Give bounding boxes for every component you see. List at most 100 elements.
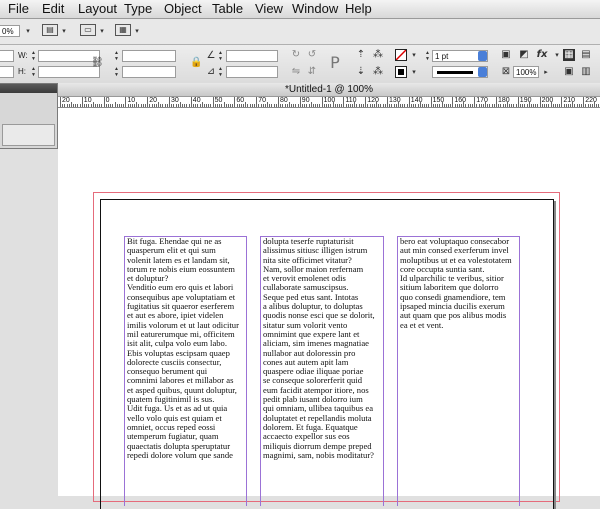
panel-header[interactable] [0, 84, 57, 93]
view-options-icon[interactable]: ▤ [42, 24, 58, 36]
view-dropdown-icon[interactable]: ▾ [58, 25, 70, 37]
ruler-major-tick [430, 97, 432, 107]
ruler-minor-tick [243, 104, 245, 107]
opacity-dropdown-icon[interactable]: ▸ [540, 66, 552, 78]
screen-mode-dropdown-icon[interactable]: ▾ [96, 25, 108, 37]
select-next-icon[interactable]: ⁂ [372, 66, 384, 78]
ruler-minor-tick [406, 104, 408, 107]
rotate-field[interactable] [226, 50, 278, 62]
drop-shadow-icon[interactable]: ◩ [518, 49, 530, 61]
menu-layout[interactable]: Layout [78, 1, 117, 16]
frame-fitting-icon[interactable]: ▤ [580, 49, 592, 61]
ruler-minor-tick [264, 104, 266, 107]
menu-file[interactable]: File [8, 1, 29, 16]
fill-swatch[interactable] [395, 49, 407, 61]
arrange-dropdown-icon[interactable]: ▾ [131, 25, 143, 37]
ruler-minor-tick [469, 104, 471, 107]
menu-edit[interactable]: Edit [42, 1, 64, 16]
stroke-weight-stepper[interactable]: ▲ ▼ [424, 50, 431, 62]
ruler-minor-tick [448, 104, 450, 107]
ruler-minor-tick [94, 104, 96, 107]
column-2-text[interactable]: dolupta teserfe ruptaturisit alissimus si… [263, 237, 384, 499]
reference-point-icon[interactable]: P [325, 54, 345, 72]
ruler-minor-tick [251, 104, 253, 107]
w-stepper[interactable]: ▲ ▼ [30, 50, 37, 62]
ruler-major-tick [517, 97, 519, 107]
ruler-minor-tick [489, 104, 491, 107]
ruler-minor-tick [589, 104, 591, 107]
stroke-dropdown-icon[interactable]: ▾ [408, 66, 420, 78]
ruler-number: 20 [62, 97, 70, 104]
panel-menu-icon[interactable]: ▦ [563, 49, 575, 61]
menu-view[interactable]: View [255, 1, 283, 16]
ruler-major-tick [408, 97, 410, 107]
ruler-minor-tick [317, 104, 319, 107]
ruler-minor-tick [480, 104, 482, 107]
select-previous-icon[interactable]: ⁂ [372, 49, 384, 61]
ruler-minor-tick [419, 102, 421, 107]
arrange-documents-icon[interactable]: ▦ [115, 24, 131, 36]
stroke-weight-dropdown-icon[interactable] [478, 51, 487, 61]
ruler-major-tick [299, 97, 301, 107]
ruler-number: 170 [476, 97, 488, 104]
select-container-icon[interactable]: ⇡ [355, 49, 367, 61]
fill-dropdown-icon[interactable]: ▾ [408, 49, 420, 61]
fit-frame-icon[interactable]: ▥ [580, 66, 592, 78]
lock-icon[interactable]: 🔒 [190, 57, 202, 69]
menu-window[interactable]: Window [292, 1, 338, 16]
shear-stepper[interactable]: ▲ ▼ [217, 66, 224, 78]
constrain-proportions-icon[interactable]: ⛓ [91, 57, 104, 69]
scale-y-field[interactable] [122, 66, 176, 78]
ruler-minor-tick [570, 104, 572, 107]
scale-y-stepper[interactable]: ▲ ▼ [113, 66, 120, 78]
column-3-text[interactable]: bero eat voluptaquo consecabor aut min co… [400, 237, 520, 499]
menu-type[interactable]: Type [124, 1, 152, 16]
ruler-minor-tick [363, 104, 365, 107]
effects-dropdown-icon[interactable]: ▾ [551, 49, 563, 61]
rotate-cw-icon[interactable]: ↻ [290, 49, 302, 61]
x-field[interactable] [0, 50, 14, 62]
scale-x-stepper[interactable]: ▲ ▼ [113, 50, 120, 62]
ruler-minor-tick [537, 104, 539, 107]
ruler-minor-tick [64, 104, 66, 107]
flip-horizontal-icon[interactable]: ⇋ [290, 66, 302, 78]
horizontal-ruler[interactable]: 20 10 0 10 20 30 40 50 60 70 80 90 100 110 120 130 140 15… [58, 97, 600, 108]
column-1-text[interactable]: Bit fuga. Ehendae qui ne as quasperum eli… [127, 237, 247, 499]
ruler-minor-tick [334, 104, 336, 107]
menu-help[interactable]: Help [345, 1, 372, 16]
ruler-minor-tick [456, 104, 458, 107]
rotate-stepper[interactable]: ▲ ▼ [217, 50, 224, 62]
ruler-minor-tick [118, 104, 120, 107]
panel-content[interactable] [2, 124, 55, 146]
stroke-swatch[interactable] [395, 66, 407, 78]
zoom-field[interactable]: 0% [0, 25, 20, 37]
ruler-minor-tick [463, 102, 465, 107]
flip-vertical-icon[interactable]: ⇵ [306, 66, 318, 78]
ruler-minor-tick [565, 104, 567, 107]
ruler-minor-tick [210, 104, 212, 107]
ruler-major-tick [496, 97, 497, 107]
ruler-minor-tick [524, 104, 526, 107]
select-content-icon[interactable]: ⇣ [355, 66, 367, 78]
stroke-type-dropdown-icon[interactable] [478, 67, 487, 77]
ruler-minor-tick [254, 104, 256, 107]
zoom-dropdown-icon[interactable]: ▾ [22, 25, 34, 37]
menu-object[interactable]: Object [164, 1, 202, 16]
h-stepper[interactable]: ▲ ▼ [30, 66, 37, 78]
shear-field[interactable] [226, 66, 278, 78]
rotate-ccw-icon[interactable]: ↺ [306, 49, 318, 61]
ruler-minor-tick [186, 104, 188, 107]
ruler-minor-tick [236, 104, 238, 107]
scale-x-field[interactable] [122, 50, 176, 62]
opacity-field[interactable]: 100% [513, 66, 539, 78]
fit-content-icon[interactable]: ▣ [563, 66, 575, 78]
menu-table[interactable]: Table [212, 1, 243, 16]
y-field[interactable] [0, 66, 14, 78]
screen-mode-icon[interactable]: ▭ [80, 24, 96, 36]
effects-icon[interactable]: fx [536, 49, 548, 61]
ruler-minor-tick [155, 104, 157, 107]
text-wrap-icon[interactable]: ▣ [500, 49, 512, 61]
ruler-minor-tick [552, 104, 554, 107]
ruler-major-tick [278, 97, 279, 107]
ruler-minor-tick [426, 104, 428, 107]
